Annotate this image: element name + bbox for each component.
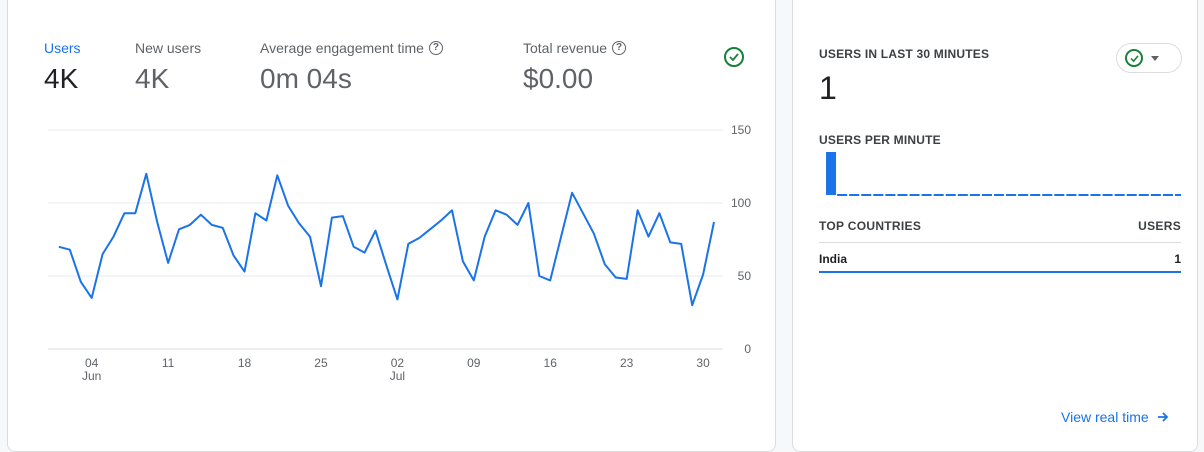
minute-bar xyxy=(1018,194,1029,196)
x-tick-label: 09 xyxy=(467,356,481,370)
minute-bar xyxy=(1174,194,1181,196)
users-per-minute-chart xyxy=(826,152,1181,196)
check-circle-icon xyxy=(1125,49,1143,67)
minute-bar xyxy=(885,194,896,196)
minute-bar xyxy=(957,194,968,196)
x-tick-label: 11 xyxy=(162,356,175,370)
y-tick-label: 0 xyxy=(744,342,751,356)
minute-bar xyxy=(981,194,992,196)
users-last-30-value: 1 xyxy=(819,70,837,106)
top-countries-label: TOP COUNTRIES xyxy=(819,219,922,233)
realtime-card: USERS IN LAST 30 MINUTES 1 USERS PER MIN… xyxy=(792,0,1198,452)
users-line-chart: 0 50 100 150 04Jun 11 18 25 02Jul 09 16 23 30 xyxy=(48,123,752,383)
minute-bar xyxy=(969,194,980,196)
chevron-down-icon xyxy=(1151,55,1159,61)
realtime-comparison-dropdown[interactable] xyxy=(1116,43,1182,73)
country-name: India xyxy=(819,252,848,266)
minute-bar xyxy=(861,194,872,196)
minute-bar xyxy=(909,194,920,196)
country-row[interactable]: India 1 xyxy=(819,252,1181,266)
minute-bar xyxy=(1126,194,1137,196)
y-tick-label: 100 xyxy=(731,196,751,210)
x-tick-sublabel: Jul xyxy=(390,369,405,383)
x-tick-label: 25 xyxy=(314,356,328,370)
minute-bar xyxy=(1066,194,1077,196)
minute-bar xyxy=(1138,194,1149,196)
minute-bar xyxy=(897,194,908,196)
minute-bar xyxy=(826,152,837,195)
view-real-time-link[interactable]: View real time xyxy=(1061,409,1169,425)
country-bar xyxy=(819,271,1181,273)
arrow-right-icon xyxy=(1157,412,1168,422)
users-last-30-title: USERS IN LAST 30 MINUTES xyxy=(819,47,990,61)
minute-bar xyxy=(837,194,848,196)
overview-card: Users 4K New users 4K Average engagement… xyxy=(7,0,776,452)
minute-bar xyxy=(993,194,1005,196)
minute-bar xyxy=(873,194,884,196)
minute-bar xyxy=(1102,194,1113,196)
users-per-minute-title: USERS PER MINUTE xyxy=(819,133,941,147)
x-tick-sublabel: Jun xyxy=(82,369,101,383)
x-tick-label: 02 xyxy=(391,356,405,370)
users-column-label: USERS xyxy=(1138,219,1181,233)
minute-bar xyxy=(933,194,944,196)
divider xyxy=(819,242,1181,243)
minute-bar xyxy=(921,194,932,196)
minute-bar xyxy=(1090,194,1101,196)
minute-bar xyxy=(1114,194,1125,196)
minute-bar xyxy=(849,194,860,196)
minute-bar xyxy=(1030,194,1041,196)
top-countries-header: TOP COUNTRIES USERS xyxy=(819,219,1181,233)
view-real-time-label: View real time xyxy=(1061,409,1149,425)
y-tick-label: 50 xyxy=(738,269,752,283)
x-tick-label: 04 xyxy=(85,356,99,370)
minute-bar xyxy=(1150,194,1161,196)
minute-bar xyxy=(1006,194,1017,196)
country-users: 1 xyxy=(1174,252,1181,266)
x-tick-label: 23 xyxy=(620,356,634,370)
x-tick-label: 30 xyxy=(696,356,710,370)
minute-bar xyxy=(1042,194,1053,196)
minute-bar xyxy=(1054,194,1065,196)
minute-bar xyxy=(945,194,956,196)
minute-bar xyxy=(1078,194,1089,196)
x-tick-label: 16 xyxy=(544,356,558,370)
y-tick-label: 150 xyxy=(731,123,751,137)
users-series-line xyxy=(58,172,715,307)
x-tick-label: 18 xyxy=(238,356,252,370)
minute-bar xyxy=(1162,194,1173,196)
